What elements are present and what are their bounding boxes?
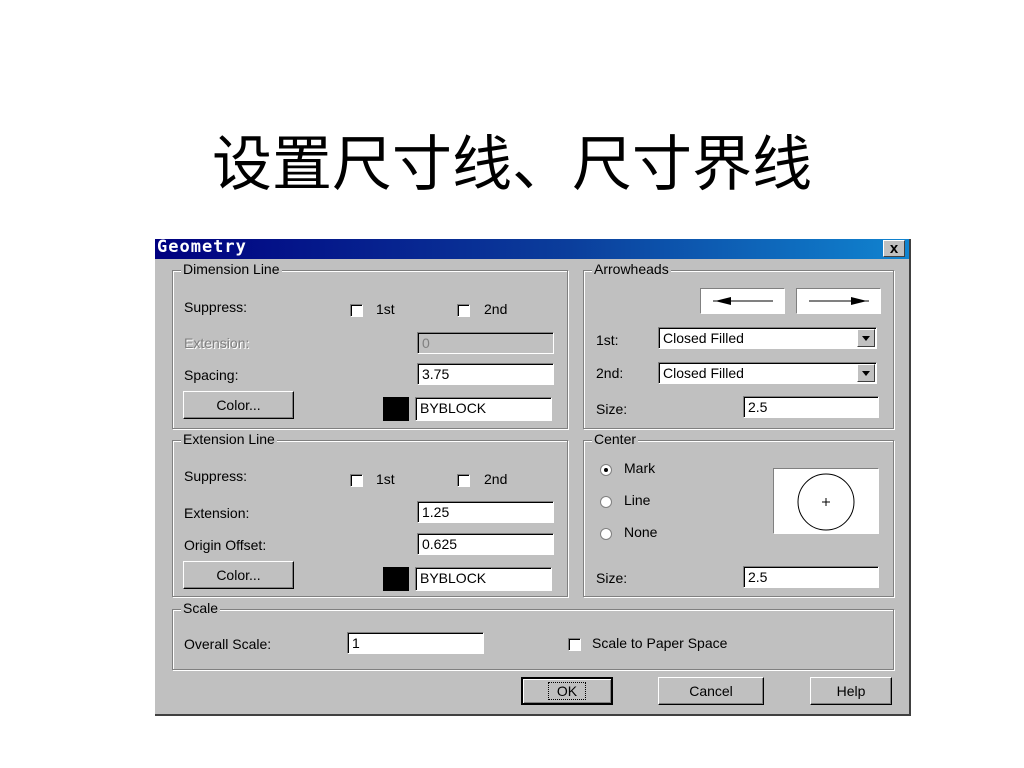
dialog-title: Geometry	[157, 237, 247, 257]
dim-spacing-input[interactable]: 3.75	[417, 363, 554, 385]
arrow-1st-value: Closed Filled	[663, 330, 744, 346]
ext-suppress-1st-label[interactable]: 1st	[376, 471, 395, 487]
arrow-size-label: Size:	[596, 401, 628, 417]
ext-suppress-label: Suppress:	[184, 468, 248, 484]
arrow-2nd-label: 2nd:	[596, 365, 624, 381]
ext-color-input[interactable]: BYBLOCK	[415, 567, 552, 591]
center-line-label[interactable]: Line	[624, 492, 650, 508]
chevron-down-icon[interactable]	[857, 329, 875, 347]
center-size-label: Size:	[596, 570, 628, 586]
ext-origin-offset-label: Origin Offset:	[184, 537, 267, 553]
ext-color-button[interactable]: Color...	[183, 561, 294, 589]
dialog-titlebar[interactable]: Geometry x	[155, 237, 909, 259]
dim-color-swatch	[383, 397, 409, 421]
ok-button[interactable]: OK	[521, 677, 613, 705]
arrow-2nd-select[interactable]: Closed Filled	[658, 362, 877, 384]
overall-scale-input[interactable]: 1	[347, 632, 484, 654]
arrow-1st-label: 1st:	[596, 332, 619, 348]
scale-paper-space-checkbox[interactable]	[568, 638, 581, 651]
dim-suppress-1st-label[interactable]: 1st	[376, 301, 395, 317]
chevron-down-icon[interactable]	[857, 364, 875, 382]
center-none-label[interactable]: None	[624, 524, 657, 540]
scale-paper-space-label[interactable]: Scale to Paper Space	[592, 635, 727, 651]
ext-suppress-1st-checkbox[interactable]	[350, 474, 363, 487]
center-mark-preview[interactable]	[773, 468, 879, 534]
ext-color-swatch	[383, 567, 409, 591]
ext-suppress-2nd-checkbox[interactable]	[457, 474, 470, 487]
close-icon: x	[889, 240, 899, 257]
extension-line-group-label: Extension Line	[181, 431, 277, 447]
arrow-size-input[interactable]: 2.5	[743, 396, 879, 418]
arrowheads-group-label: Arrowheads	[592, 261, 671, 277]
arrow-1st-select[interactable]: Closed Filled	[658, 327, 877, 349]
dim-suppress-1st-checkbox[interactable]	[350, 304, 363, 317]
scale-group-label: Scale	[181, 600, 221, 616]
arrowhead-2nd-icon	[809, 297, 869, 305]
arrowhead-preview-1st[interactable]	[700, 288, 785, 314]
dim-extension-input: 0	[417, 332, 554, 354]
ext-extension-input[interactable]: 1.25	[417, 501, 554, 523]
center-line-radio[interactable]	[600, 496, 612, 508]
dim-spacing-label: Spacing:	[184, 367, 239, 383]
center-mark-radio[interactable]	[600, 464, 612, 476]
ext-suppress-2nd-label[interactable]: 2nd	[484, 471, 507, 487]
geometry-dialog: Geometry x Dimension Line Suppress: 1st …	[155, 237, 911, 716]
dim-suppress-2nd-label[interactable]: 2nd	[484, 301, 507, 317]
dim-suppress-label: Suppress:	[184, 299, 248, 315]
arrowhead-1st-icon	[713, 297, 773, 305]
center-mark-label[interactable]: Mark	[624, 460, 655, 476]
close-button[interactable]: x	[883, 240, 905, 257]
ok-label: OK	[547, 682, 587, 700]
ext-origin-offset-input[interactable]: 0.625	[417, 533, 554, 555]
help-button[interactable]: Help	[810, 677, 892, 705]
center-group-label: Center	[592, 431, 639, 447]
cancel-button[interactable]: Cancel	[658, 677, 764, 705]
dim-color-button[interactable]: Color...	[183, 391, 294, 419]
scale-group: Scale	[172, 600, 894, 670]
center-none-radio[interactable]	[600, 528, 612, 540]
slide-title: 设置尺寸线、尺寸界线	[212, 130, 812, 200]
arrow-2nd-value: Closed Filled	[663, 365, 744, 381]
dim-suppress-2nd-checkbox[interactable]	[457, 304, 470, 317]
dim-extension-label: Extension:	[184, 335, 250, 351]
dim-color-input[interactable]: BYBLOCK	[415, 397, 552, 421]
ext-extension-label: Extension:	[184, 505, 250, 521]
arrowhead-preview-2nd[interactable]	[796, 288, 881, 314]
center-size-input[interactable]: 2.5	[743, 566, 879, 588]
center-mark-icon	[797, 473, 855, 531]
overall-scale-label: Overall Scale:	[184, 636, 272, 652]
dimension-line-group-label: Dimension Line	[181, 261, 282, 277]
